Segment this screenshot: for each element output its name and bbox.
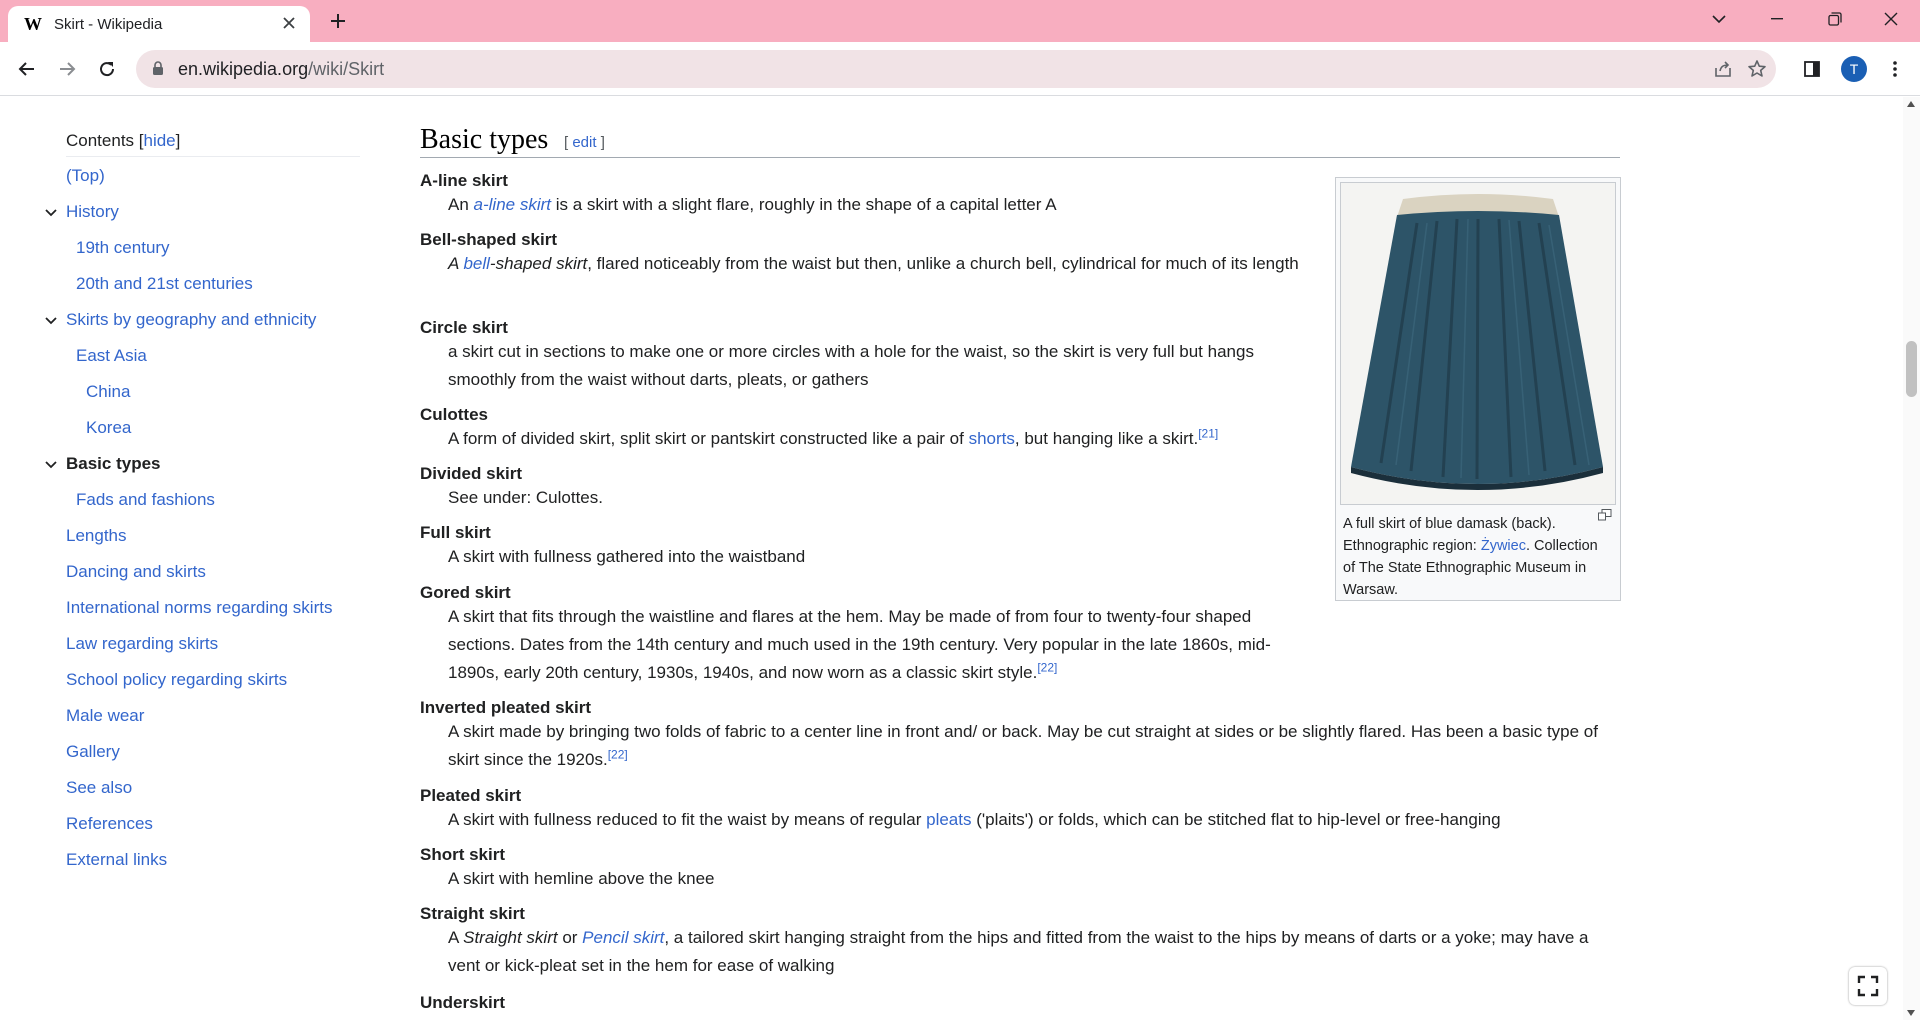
chevron-down-icon[interactable]: [44, 458, 58, 472]
scroll-down-arrow-icon[interactable]: [1907, 1010, 1915, 1016]
url-text: en.wikipedia.org/wiki/Skirt: [178, 59, 385, 79]
definition-straight: A Straight skirt or Pencil skirt, a tail…: [448, 928, 1589, 975]
toc-item-korea[interactable]: Korea: [86, 418, 131, 438]
share-icon[interactable]: [1712, 58, 1734, 80]
term-gored: Gored skirt: [420, 583, 511, 602]
lock-icon[interactable]: [152, 61, 164, 81]
tab-title: Skirt - Wikipedia: [54, 15, 163, 33]
bookmark-star-icon[interactable]: [1746, 58, 1768, 80]
definition-short: A skirt with hemline above the knee: [448, 869, 715, 888]
toc-item-china[interactable]: China: [86, 382, 130, 402]
definition-divided: See under: Culottes.: [448, 488, 603, 507]
toc-item-basic-types[interactable]: Basic types: [66, 454, 161, 474]
ref-22-link[interactable]: [22]: [608, 747, 628, 761]
scroll-up-arrow-icon[interactable]: [1907, 101, 1915, 107]
toc-item-east-asia[interactable]: East Asia: [76, 346, 147, 366]
back-button[interactable]: [12, 54, 42, 84]
term-bell-shaped: Bell-shaped skirt: [420, 230, 557, 249]
term-inverted-pleated: Inverted pleated skirt: [420, 698, 592, 717]
term-full: Full skirt: [420, 523, 491, 542]
toc-item-see-also[interactable]: See also: [66, 778, 132, 798]
zywiec-link[interactable]: Żywiec: [1481, 538, 1526, 554]
toc-item-school-policy[interactable]: School policy regarding skirts: [66, 670, 287, 690]
shorts-link[interactable]: shorts: [969, 429, 1015, 448]
ref-21-link[interactable]: [21]: [1198, 426, 1218, 440]
skirt-image[interactable]: [1340, 182, 1616, 505]
section-edit: [ edit ]: [564, 134, 605, 151]
toc-item-20th-21st-centuries[interactable]: 20th and 21st centuries: [76, 274, 253, 294]
section-title: Basic types: [420, 124, 549, 155]
definition-pleated: A skirt with fullness reduced to fit the…: [448, 810, 1501, 829]
term-underskirt: Underskirt: [420, 993, 506, 1012]
fullscreen-icon: [1857, 975, 1879, 997]
tab-search-icon[interactable]: [1690, 0, 1748, 38]
toc-item-history[interactable]: History: [66, 202, 119, 222]
term-circle: Circle skirt: [420, 318, 508, 337]
term-pleated: Pleated skirt: [420, 786, 522, 805]
toc-item-19th-century[interactable]: 19th century: [76, 238, 170, 258]
browser-toolbar: en.wikipedia.org/wiki/Skirt T: [0, 42, 1920, 96]
address-bar[interactable]: en.wikipedia.org/wiki/Skirt: [136, 50, 1776, 88]
toc-item-law[interactable]: Law regarding skirts: [66, 634, 218, 654]
term-short: Short skirt: [420, 845, 506, 864]
bell-link[interactable]: bell: [463, 254, 489, 273]
close-tab-icon[interactable]: [280, 15, 298, 33]
menu-kebab-icon[interactable]: [1880, 54, 1910, 84]
restore-button[interactable]: [1806, 0, 1864, 38]
profile-avatar[interactable]: T: [1841, 56, 1867, 82]
new-tab-button[interactable]: [324, 8, 352, 36]
image-caption: A full skirt of blue damask (back). Ethn…: [1343, 516, 1598, 598]
toc-item-lengths[interactable]: Lengths: [66, 526, 127, 546]
toc-item-dancing[interactable]: Dancing and skirts: [66, 562, 206, 582]
fullscreen-button[interactable]: [1849, 967, 1887, 1005]
tab-strip: W Skirt - Wikipedia: [0, 0, 1920, 42]
reload-button[interactable]: [92, 54, 122, 84]
minimize-button[interactable]: [1748, 0, 1806, 38]
definition-bell-shaped: A bell-shaped skirt, flared noticeably f…: [448, 254, 1299, 273]
toc-item-references[interactable]: References: [66, 814, 153, 834]
toc-item-international-norms[interactable]: International norms regarding skirts: [66, 598, 332, 618]
close-window-button[interactable]: [1862, 0, 1920, 38]
term-culottes: Culottes: [420, 405, 488, 424]
toc-item-geography[interactable]: Skirts by geography and ethnicity: [66, 310, 316, 330]
chevron-down-icon[interactable]: [44, 206, 58, 220]
page-viewport: Contents [hide] (Top) History 19th centu…: [0, 97, 1903, 1020]
vertical-scrollbar[interactable]: [1903, 97, 1920, 1020]
ref-22-link[interactable]: [22]: [1037, 660, 1057, 674]
term-a-line: A-line skirt: [420, 171, 508, 190]
toc-item-gallery[interactable]: Gallery: [66, 742, 120, 762]
toc-item-male-wear[interactable]: Male wear: [66, 706, 144, 726]
pleats-link[interactable]: pleats: [926, 810, 971, 829]
forward-button[interactable]: [52, 54, 82, 84]
section-heading: Basic types [ edit ]: [420, 124, 1620, 158]
definition-inverted-pleated: A skirt made by bringing two folds of fa…: [448, 722, 1598, 769]
wikipedia-favicon-icon: W: [24, 14, 42, 34]
definition-full: A skirt with fullness gathered into the …: [448, 547, 806, 566]
term-divided: Divided skirt: [420, 464, 523, 483]
definition-gored: A skirt that fits through the waistline …: [448, 607, 1271, 682]
a-line-skirt-link[interactable]: a-line skirt: [474, 195, 551, 214]
toc-heading: Contents [hide]: [66, 131, 360, 157]
image-thumbnail: A full skirt of blue damask (back). Ethn…: [1335, 177, 1621, 601]
toc-item-top[interactable]: (Top): [66, 166, 105, 186]
side-panel-icon[interactable]: [1797, 54, 1827, 84]
definition-culottes: A form of divided skirt, split skirt or …: [448, 426, 1219, 448]
browser-tab[interactable]: W Skirt - Wikipedia: [8, 6, 310, 42]
toc-item-external-links[interactable]: External links: [66, 850, 167, 870]
scrollbar-thumb[interactable]: [1906, 341, 1917, 397]
chevron-down-icon[interactable]: [44, 314, 58, 328]
edit-link[interactable]: edit: [572, 134, 596, 151]
toc-item-fads-fashions[interactable]: Fads and fashions: [76, 490, 215, 510]
term-straight: Straight skirt: [420, 904, 525, 923]
pencil-skirt-link[interactable]: Pencil skirt: [582, 928, 664, 947]
toc-hide-link[interactable]: hide: [144, 131, 176, 150]
definition-a-line: An a-line skirt is a skirt with a slight…: [448, 195, 1057, 214]
definition-circle: a skirt cut in sections to make one or m…: [448, 342, 1254, 389]
